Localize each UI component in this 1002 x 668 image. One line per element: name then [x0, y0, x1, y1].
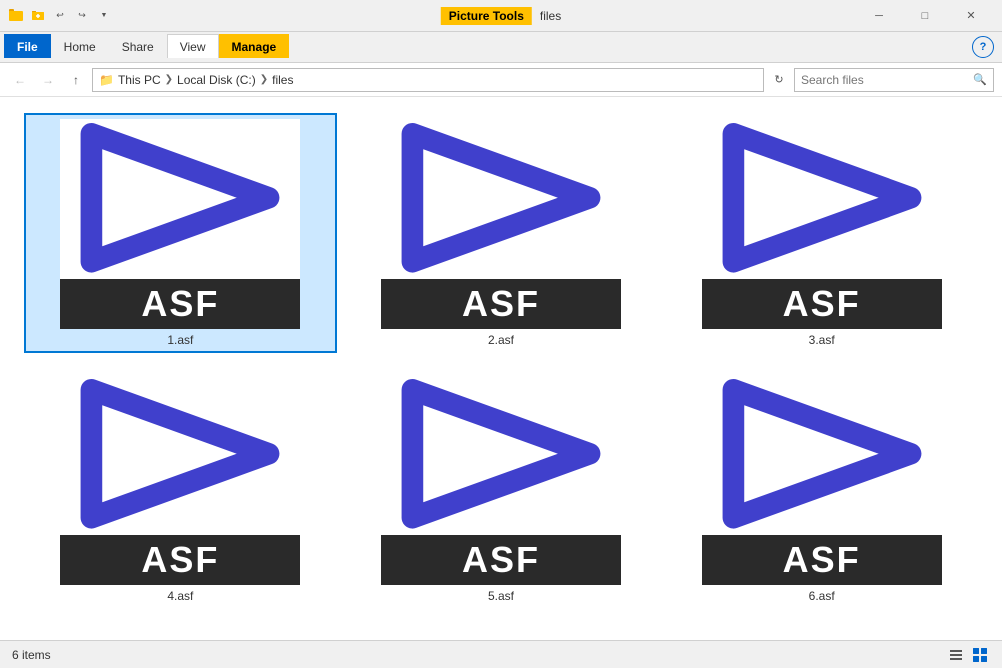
file-item-5[interactable]: ASF 5.asf — [345, 369, 658, 609]
ribbon-tabs: File Home Share View Manage ? — [0, 32, 1002, 58]
help-btn[interactable]: ? — [972, 36, 994, 58]
asf-label: ASF — [60, 535, 300, 585]
asf-icon: ASF — [381, 119, 621, 329]
maximize-btn[interactable]: □ — [902, 0, 948, 32]
path-this-pc: This PC — [118, 73, 161, 87]
search-icon[interactable]: 🔍 — [973, 73, 987, 86]
file-name: 2.asf — [488, 333, 514, 347]
asf-icon: ASF — [60, 375, 300, 585]
title-center: Picture Tools files — [441, 7, 561, 25]
title-bar-icons: ↩ ↪ ▼ — [8, 6, 114, 26]
tab-share[interactable]: Share — [109, 34, 167, 58]
file-thumbnail: ASF — [702, 375, 942, 585]
main-content: ASF 1.asf ASF 2.asf — [0, 97, 1002, 621]
tab-view[interactable]: View — [167, 34, 219, 58]
new-folder-btn[interactable] — [28, 6, 48, 26]
folder-icon — [8, 8, 24, 24]
up-btn[interactable]: ↑ — [64, 68, 88, 92]
title-bar: ↩ ↪ ▼ Picture Tools files ─ □ ✕ — [0, 0, 1002, 32]
file-item-3[interactable]: ASF 3.asf — [665, 113, 978, 353]
file-name: 6.asf — [809, 589, 835, 603]
path-sep-2: ❯ — [260, 74, 268, 85]
status-bar: 6 items — [0, 640, 1002, 668]
ribbon-bar — [0, 58, 1002, 62]
refresh-btn[interactable]: ↻ — [768, 69, 790, 91]
undo-btn[interactable]: ↩ — [50, 6, 70, 26]
asf-label: ASF — [381, 279, 621, 329]
asf-label: ASF — [702, 535, 942, 585]
quick-access-toolbar: ↩ ↪ ▼ — [28, 6, 114, 26]
close-btn[interactable]: ✕ — [948, 0, 994, 32]
details-view-btn[interactable] — [946, 645, 966, 665]
back-btn[interactable]: ← — [8, 68, 32, 92]
asf-icon: ASF — [702, 119, 942, 329]
path-local-disk: Local Disk (C:) — [177, 73, 256, 87]
file-item-4[interactable]: ASF 4.asf — [24, 369, 337, 609]
item-count: 6 items — [12, 648, 51, 662]
large-icons-view-btn[interactable] — [970, 645, 990, 665]
path-sep-1: ❯ — [165, 74, 173, 85]
forward-btn[interactable]: → — [36, 68, 60, 92]
dropdown-btn[interactable]: ▼ — [94, 6, 114, 26]
file-name: 1.asf — [167, 333, 193, 347]
address-bar: ← → ↑ 📁 This PC ❯ Local Disk (C:) ❯ file… — [0, 63, 1002, 97]
window-title: files — [540, 9, 561, 23]
file-item-2[interactable]: ASF 2.asf — [345, 113, 658, 353]
file-thumbnail: ASF — [60, 119, 300, 329]
file-thumbnail: ASF — [702, 119, 942, 329]
search-input[interactable] — [801, 73, 973, 87]
ribbon-help: ? — [972, 36, 998, 58]
tab-manage[interactable]: Manage — [219, 34, 290, 58]
tab-home[interactable]: Home — [51, 34, 109, 58]
redo-btn[interactable]: ↪ — [72, 6, 92, 26]
window-controls: ─ □ ✕ — [856, 0, 994, 32]
asf-icon: ASF — [702, 375, 942, 585]
file-thumbnail: ASF — [381, 375, 621, 585]
asf-label: ASF — [381, 535, 621, 585]
file-thumbnail: ASF — [381, 119, 621, 329]
picture-tools-label: Picture Tools — [441, 7, 532, 25]
file-name: 3.asf — [809, 333, 835, 347]
file-thumbnail: ASF — [60, 375, 300, 585]
asf-label: ASF — [60, 279, 300, 329]
file-item-6[interactable]: ASF 6.asf — [665, 369, 978, 609]
file-item-1[interactable]: ASF 1.asf — [24, 113, 337, 353]
path-folder-icon: 📁 — [99, 73, 114, 87]
tab-file[interactable]: File — [4, 34, 51, 58]
view-controls — [946, 645, 990, 665]
file-name: 5.asf — [488, 589, 514, 603]
minimize-btn[interactable]: ─ — [856, 0, 902, 32]
ribbon: File Home Share View Manage ? — [0, 32, 1002, 63]
file-grid: ASF 1.asf ASF 2.asf — [16, 105, 986, 617]
address-path[interactable]: 📁 This PC ❯ Local Disk (C:) ❯ files — [92, 68, 764, 92]
path-files: files — [272, 73, 293, 87]
asf-label: ASF — [702, 279, 942, 329]
asf-icon: ASF — [381, 375, 621, 585]
asf-icon: ASF — [60, 119, 300, 329]
search-box[interactable]: 🔍 — [794, 68, 994, 92]
file-name: 4.asf — [167, 589, 193, 603]
